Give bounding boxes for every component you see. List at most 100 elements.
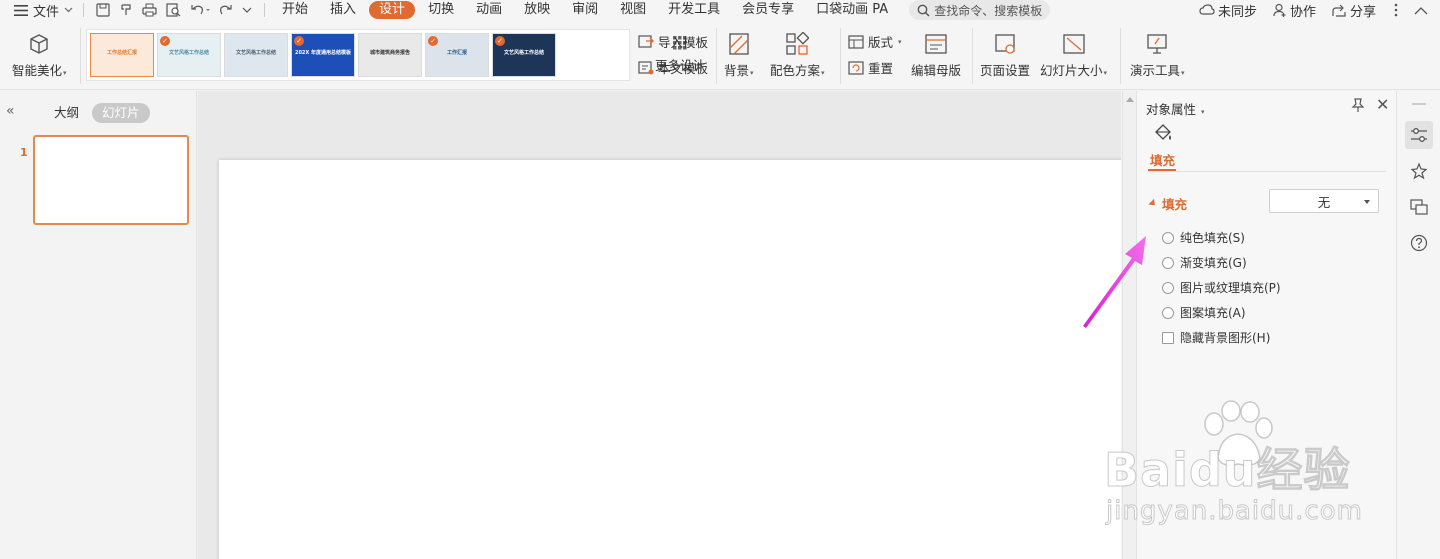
properties-sidebar-button[interactable] [1405, 121, 1433, 149]
hide-background-checkbox[interactable]: 隐藏背景图形(H) [1162, 329, 1270, 346]
search-box[interactable]: 查找命令、搜索模板 [909, 0, 1051, 20]
fill-option-radio[interactable]: 图案填充(A) [1162, 304, 1246, 321]
panel-title[interactable]: 对象属性 ▾ [1146, 99, 1205, 118]
share-button[interactable]: 分享 [1324, 1, 1384, 20]
option-label: 图片或纹理填充(P) [1180, 281, 1281, 295]
layout-button[interactable]: 版式 ▾ [848, 32, 902, 51]
customize-toolbar-icon[interactable] [242, 5, 252, 15]
undo-icon[interactable] [190, 3, 211, 17]
template-thumbnail[interactable]: 文艺风格工作总结 ✓ [157, 33, 221, 77]
paint-bucket-icon[interactable] [1153, 123, 1173, 143]
ribbon-divider [972, 28, 973, 84]
template-title: 202X 年度通用总结模板 [294, 50, 352, 56]
import-template-button[interactable]: 导入模板 [638, 32, 708, 51]
radio-button[interactable] [1162, 231, 1174, 244]
tab-9[interactable]: 会员专享 [731, 0, 805, 20]
help-sidebar-button[interactable] [1405, 229, 1433, 257]
slide-thumbnail[interactable] [33, 135, 189, 225]
fill-option-radio[interactable]: 图片或纹理填充(P) [1162, 279, 1281, 296]
tab-1[interactable]: 插入 [319, 0, 367, 20]
slide-size-button[interactable]: 幻灯片大小▾ [1040, 32, 1107, 79]
file-menu[interactable]: 文件 [0, 0, 77, 20]
collapse-pane-button[interactable]: « [6, 103, 15, 119]
radio-button[interactable] [1162, 281, 1174, 294]
tab-5[interactable]: 放映 [513, 0, 561, 20]
pin-icon[interactable] [1351, 98, 1365, 113]
fill-type-value: 无 [1317, 194, 1331, 210]
fill-type-select[interactable]: 无 [1269, 189, 1379, 213]
share-label: 分享 [1349, 4, 1376, 20]
this-template-button[interactable]: 本文模板 [638, 58, 708, 77]
template-thumbnail[interactable]: 工作汇报 ✓ [425, 33, 489, 77]
tab-outline[interactable]: 大纲 [54, 103, 79, 123]
tab-2[interactable]: 设计 [369, 1, 416, 19]
redo-icon[interactable] [219, 3, 233, 17]
presentation-tools-button[interactable]: 演示工具▾ [1130, 32, 1185, 79]
import-template-label: 导入模板 [658, 35, 709, 50]
template-thumbnail[interactable]: 文艺风格工作总结 ✓ [492, 33, 556, 77]
template-thumbnail[interactable]: 202X 年度通用总结模板 ✓ [291, 33, 355, 77]
save-icon[interactable] [96, 3, 110, 17]
dropdown-caret-icon [1364, 200, 1370, 204]
page-setup-button[interactable]: 页面设置 [980, 32, 1030, 79]
smart-beautify-button[interactable]: 智能美化▾ [12, 32, 67, 79]
checkbox[interactable] [1162, 331, 1174, 344]
reset-button[interactable]: 重置 [848, 58, 893, 77]
fill-option-radio[interactable]: 纯色填充(S) [1162, 229, 1245, 246]
fill-section-header[interactable]: 填充 [1148, 194, 1187, 213]
tab-fill[interactable]: 填充 [1150, 150, 1175, 169]
option-label: 图案填充(A) [1180, 306, 1246, 320]
vertical-scrollbar[interactable] [1122, 91, 1136, 559]
object-properties-panel: 对象属性 ▾ ✕ 填充 填充 无 纯色填充(S) 渐变填充(G) 图片或纹理填充(P… [1136, 91, 1396, 559]
template-title: 文艺风格工作总结 [503, 50, 544, 56]
premium-badge-icon: ✓ [428, 36, 438, 46]
star-icon [1410, 162, 1428, 180]
print-preview-icon[interactable] [166, 3, 181, 17]
radio-button[interactable] [1162, 306, 1174, 319]
template-thumbnail[interactable]: 城市建筑商务报告 [358, 33, 422, 77]
ribbon-divider [840, 28, 841, 84]
collapse-ribbon-button[interactable] [1408, 6, 1440, 15]
tab-0[interactable]: 开始 [271, 0, 319, 20]
radio-button[interactable] [1162, 256, 1174, 269]
this-template-label: 本文模板 [658, 61, 709, 76]
document-template-icon [638, 60, 654, 74]
scroll-up-arrow[interactable] [1126, 97, 1134, 102]
premium-badge-icon: ✓ [495, 36, 505, 46]
edit-master-button[interactable]: 编辑母版 [911, 32, 961, 79]
slide-number: 1 [20, 146, 28, 159]
collaborate-button[interactable]: 协作 [1265, 1, 1324, 20]
tab-10[interactable]: 口袋动画 PA [805, 0, 899, 20]
page-setup-label: 页面设置 [980, 63, 1031, 78]
sync-button[interactable]: 未同步 [1191, 1, 1265, 20]
option-label: 渐变填充(G) [1180, 256, 1247, 270]
sync-label: 未同步 [1217, 4, 1257, 20]
color-scheme-button[interactable]: 配色方案▾ [770, 32, 825, 79]
format-painter-icon[interactable] [119, 3, 133, 17]
slide-size-label: 幻灯片大小 [1040, 63, 1103, 78]
tab-6[interactable]: 审阅 [561, 0, 609, 20]
background-button[interactable]: 背景▾ [724, 32, 754, 79]
tab-slides[interactable]: 幻灯片 [92, 103, 150, 123]
animation-sidebar-button[interactable] [1405, 157, 1433, 185]
edit-master-label: 编辑母版 [911, 63, 962, 78]
search-placeholder: 查找命令、搜索模板 [934, 3, 1043, 18]
template-thumbnail[interactable]: 工作总结汇报 [90, 33, 154, 77]
sidebar-grip [1412, 103, 1426, 105]
template-title: 工作总结汇报 [106, 50, 137, 56]
slide-editor[interactable] [219, 160, 1121, 559]
transition-sidebar-button[interactable] [1405, 193, 1433, 221]
tab-3[interactable]: 切换 [417, 0, 465, 20]
template-thumbnail[interactable]: 文艺风格工作总结 [224, 33, 288, 77]
layout-icon [848, 34, 864, 49]
tab-8[interactable]: 开发工具 [657, 0, 731, 20]
print-icon[interactable] [142, 3, 157, 17]
panel-title-label: 对象属性 [1146, 102, 1197, 117]
close-icon[interactable]: ✕ [1376, 97, 1389, 113]
more-menu-button[interactable] [1384, 3, 1408, 17]
tab-4[interactable]: 动画 [465, 0, 513, 20]
tab-7[interactable]: 视图 [609, 0, 657, 20]
fill-option-radio[interactable]: 渐变填充(G) [1162, 254, 1247, 271]
template-title: 城市建筑商务报告 [369, 50, 410, 56]
menu-separator [264, 3, 266, 17]
